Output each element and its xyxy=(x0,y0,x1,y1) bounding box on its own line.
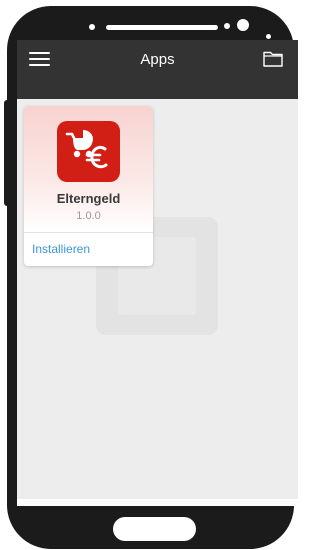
camera-dot-right xyxy=(266,34,271,39)
page-title: Apps xyxy=(140,51,175,68)
camera-dot-left xyxy=(89,24,95,30)
app-bar: Apps xyxy=(17,40,298,99)
app-name: Elterngeld xyxy=(56,191,121,206)
card-divider xyxy=(24,232,153,233)
app-card[interactable]: Elterngeld 1.0.0 Installieren xyxy=(24,106,153,266)
sensor-dot xyxy=(224,23,230,29)
screen-bottom-edge xyxy=(17,499,298,506)
folder-icon[interactable] xyxy=(263,50,283,67)
device-screen: Apps Elterngeld 1.0.0 Installieren xyxy=(17,40,298,499)
home-button[interactable] xyxy=(113,517,196,541)
speaker-grille xyxy=(106,25,218,30)
app-version: 1.0.0 xyxy=(76,210,101,222)
front-camera xyxy=(237,19,249,31)
stroller-euro-icon xyxy=(57,121,120,182)
install-button[interactable]: Installieren xyxy=(32,242,90,256)
